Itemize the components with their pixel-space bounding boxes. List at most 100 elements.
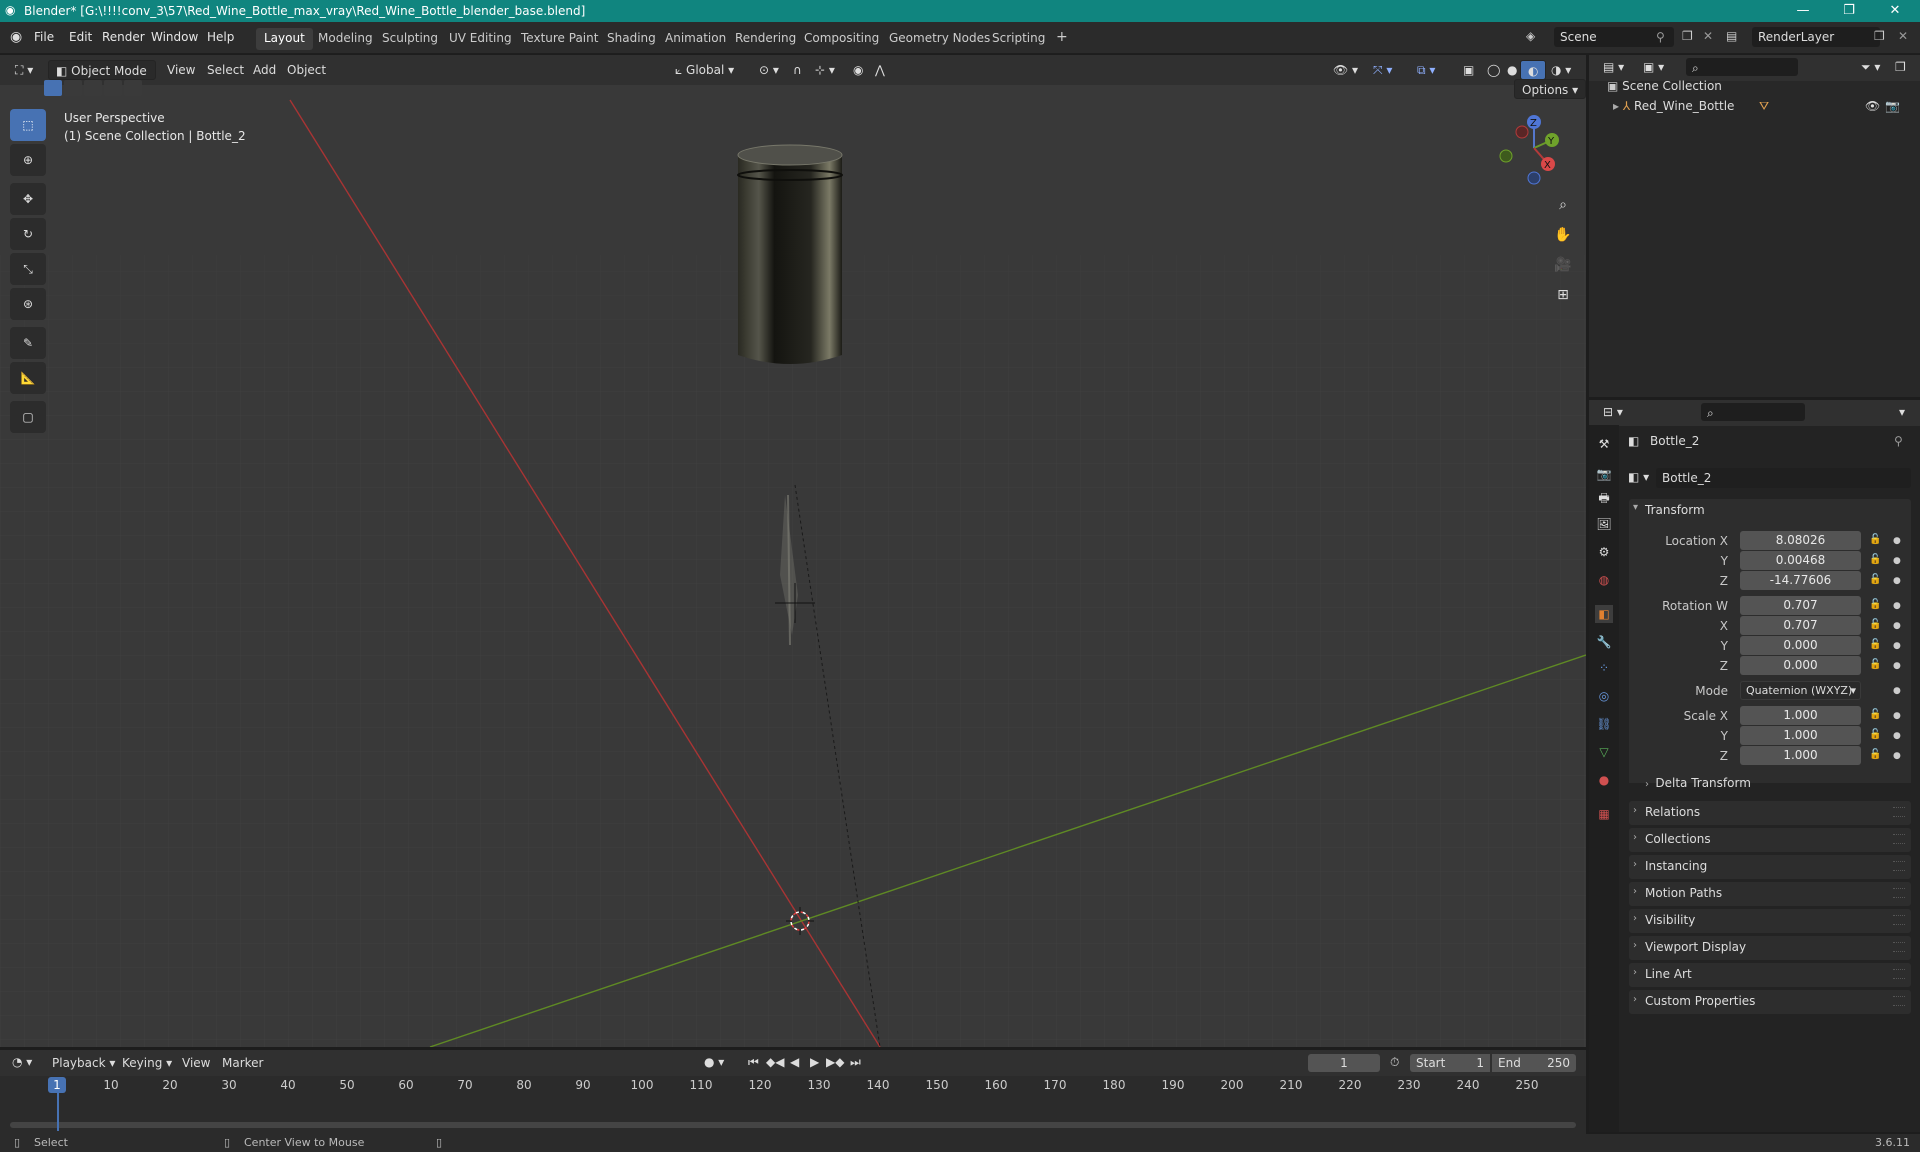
drag-grip-icon[interactable]	[1893, 807, 1905, 817]
object-menu[interactable]: Object	[280, 60, 333, 80]
pin-scene-icon[interactable]: ⚲	[1656, 30, 1665, 44]
outliner-item[interactable]: ▸ ⅄ Red_Wine_Bottle ⛛ 👁 📷	[1613, 99, 1913, 119]
keyframe-dot-icon[interactable]: ●	[1893, 751, 1901, 761]
menu-window[interactable]: Window	[151, 30, 198, 44]
rotation-mode-dropdown[interactable]: Quaternion (WXYZ) ▾	[1740, 681, 1861, 700]
motion-paths-panel[interactable]: › Motion Paths	[1629, 882, 1911, 906]
orientation-selector[interactable]: ⟀ Global ▾	[668, 60, 748, 80]
drag-grip-icon[interactable]	[1893, 834, 1905, 844]
lock-location-z-icon[interactable]: 🔓	[1869, 574, 1881, 585]
jump-keyframe-forward-button[interactable]: ▶◆	[826, 1055, 844, 1069]
drag-grip-icon[interactable]	[1893, 861, 1905, 871]
mode-selector[interactable]: ◧ Object Mode ▾	[48, 60, 156, 92]
remove-scene-icon[interactable]: ✕	[1703, 29, 1713, 43]
render-tab-icon[interactable]: 📷	[1595, 465, 1613, 483]
texture-tab-icon[interactable]: ▦	[1595, 805, 1613, 823]
menu-help[interactable]: Help	[207, 30, 234, 44]
minimize-button[interactable]: —	[1780, 0, 1826, 22]
navigation-gizmo[interactable]: Z Y X	[1490, 110, 1570, 190]
keyframe-dot-icon[interactable]: ●	[1893, 686, 1901, 696]
ortho-toggle-button[interactable]: ⊞	[1550, 282, 1576, 308]
disable-render-icon[interactable]: 📷	[1885, 99, 1900, 113]
tab-modeling[interactable]: Modeling	[310, 28, 381, 50]
location-y-field[interactable]: 0.00468	[1740, 551, 1861, 570]
output-tab-icon[interactable]: 🖶	[1595, 489, 1613, 507]
play-reverse-button[interactable]: ◀	[790, 1055, 799, 1069]
line-art-panel[interactable]: › Line Art	[1629, 963, 1911, 987]
scale-x-field[interactable]: 1.000	[1740, 706, 1861, 725]
expand-arrow-icon[interactable]: ▸	[1613, 99, 1623, 113]
move-tool[interactable]: ✥	[10, 183, 46, 215]
object-visibility-button[interactable]: 👁 ▾	[1326, 60, 1365, 80]
tab-texture-paint[interactable]: Texture Paint	[513, 28, 606, 50]
camera-view-button[interactable]: 🎥	[1550, 252, 1576, 278]
snap-toggle[interactable]: ∩	[786, 60, 809, 80]
keyframe-dot-icon[interactable]: ●	[1893, 556, 1901, 566]
pin-icon[interactable]: ⚲	[1894, 434, 1903, 448]
material-tab-icon[interactable]: ●	[1595, 771, 1613, 789]
lock-rotation-w-icon[interactable]: 🔓	[1869, 599, 1881, 610]
close-button[interactable]: ✕	[1872, 0, 1918, 22]
current-frame-field[interactable]: 1	[1308, 1054, 1380, 1072]
lock-rotation-x-icon[interactable]: 🔓	[1869, 619, 1881, 630]
playback-menu[interactable]: Playback ▾	[52, 1056, 115, 1070]
gizmo-toggle[interactable]: ⤧ ▾	[1366, 60, 1399, 80]
lock-rotation-y-icon[interactable]: 🔓	[1869, 639, 1881, 650]
scene-type-icon[interactable]: ◈	[1526, 29, 1535, 43]
select-intersect-icon[interactable]	[124, 80, 142, 96]
add-cube-tool[interactable]: ▢	[10, 401, 46, 433]
constraints-tab-icon[interactable]: ⛓	[1595, 715, 1613, 733]
scale-tool[interactable]: ⤡	[10, 253, 46, 285]
drag-grip-icon[interactable]	[1893, 969, 1905, 979]
timeline-editor-icon[interactable]: ◔ ▾	[12, 1055, 32, 1069]
tab-compositing[interactable]: Compositing	[796, 28, 887, 50]
location-z-field[interactable]: -14.77606	[1740, 571, 1861, 590]
tab-geometry-nodes[interactable]: Geometry Nodes	[881, 28, 998, 50]
annotate-tool[interactable]: ✎	[10, 327, 46, 359]
rendered-shading-button[interactable]: ◑ ▾	[1544, 60, 1578, 80]
select-invert-icon[interactable]	[104, 80, 122, 96]
object-datablock-icon[interactable]: ◧ ▾	[1628, 470, 1649, 484]
data-tab-icon[interactable]: ▽	[1595, 743, 1613, 761]
outliner-editor-icon[interactable]: ▤ ▾	[1603, 60, 1624, 74]
remove-view-layer-icon[interactable]: ✕	[1898, 29, 1908, 43]
pivot-selector[interactable]: ⊙ ▾	[752, 60, 786, 80]
scene-tab-icon[interactable]: ⚙	[1595, 543, 1613, 561]
viewport-display-panel[interactable]: › Viewport Display	[1629, 936, 1911, 960]
drag-grip-icon[interactable]	[1893, 888, 1905, 898]
keyframe-dot-icon[interactable]: ●	[1893, 621, 1901, 631]
timeline-scrollbar[interactable]	[10, 1122, 1576, 1128]
lock-scale-y-icon[interactable]: 🔓	[1869, 729, 1881, 740]
select-extend-icon[interactable]	[64, 80, 82, 96]
options-button[interactable]: Options ▾	[1514, 79, 1587, 99]
end-frame-field[interactable]: End 250	[1492, 1054, 1576, 1072]
cursor-tool[interactable]: ⊕	[10, 144, 46, 176]
add-workspace-button[interactable]: +	[1048, 26, 1076, 48]
preview-range-icon[interactable]: ⏱	[1390, 1055, 1399, 1070]
lock-scale-z-icon[interactable]: 🔓	[1869, 749, 1881, 760]
jump-to-end-button[interactable]: ⏭	[850, 1055, 861, 1070]
editor-type-button[interactable]: ⛶ ▾	[8, 60, 40, 80]
lock-location-y-icon[interactable]: 🔓	[1869, 554, 1881, 565]
location-x-field[interactable]: 8.08026	[1740, 531, 1861, 550]
rotate-tool[interactable]: ↻	[10, 218, 46, 250]
rotation-x-field[interactable]: 0.707	[1740, 616, 1861, 635]
display-mode-icon[interactable]: ▣ ▾	[1643, 60, 1664, 74]
filter-icon[interactable]: ⏷ ▾	[1861, 60, 1880, 75]
pan-view-button[interactable]: ✋	[1550, 222, 1576, 248]
keyframe-dot-icon[interactable]: ●	[1893, 711, 1901, 721]
select-box-tool[interactable]: ⬚	[10, 109, 46, 141]
drag-grip-icon[interactable]	[1893, 942, 1905, 952]
maximize-button[interactable]: ❐	[1826, 0, 1872, 22]
collections-panel[interactable]: › Collections	[1629, 828, 1911, 852]
snap-target-selector[interactable]: ⊹ ▾	[808, 60, 842, 80]
keyframe-dot-icon[interactable]: ●	[1893, 601, 1901, 611]
tab-rendering[interactable]: Rendering	[727, 28, 804, 50]
tab-scripting[interactable]: Scripting	[984, 28, 1053, 50]
instancing-panel[interactable]: › Instancing	[1629, 855, 1911, 879]
jump-to-start-button[interactable]: ⏮	[748, 1055, 759, 1070]
marker-menu[interactable]: Marker	[222, 1056, 263, 1070]
view-layer-selector[interactable]: RenderLayer	[1752, 27, 1880, 47]
scene-collection-row[interactable]: ▣ Scene Collection	[1607, 79, 1907, 99]
lock-rotation-z-icon[interactable]: 🔓	[1869, 659, 1881, 670]
